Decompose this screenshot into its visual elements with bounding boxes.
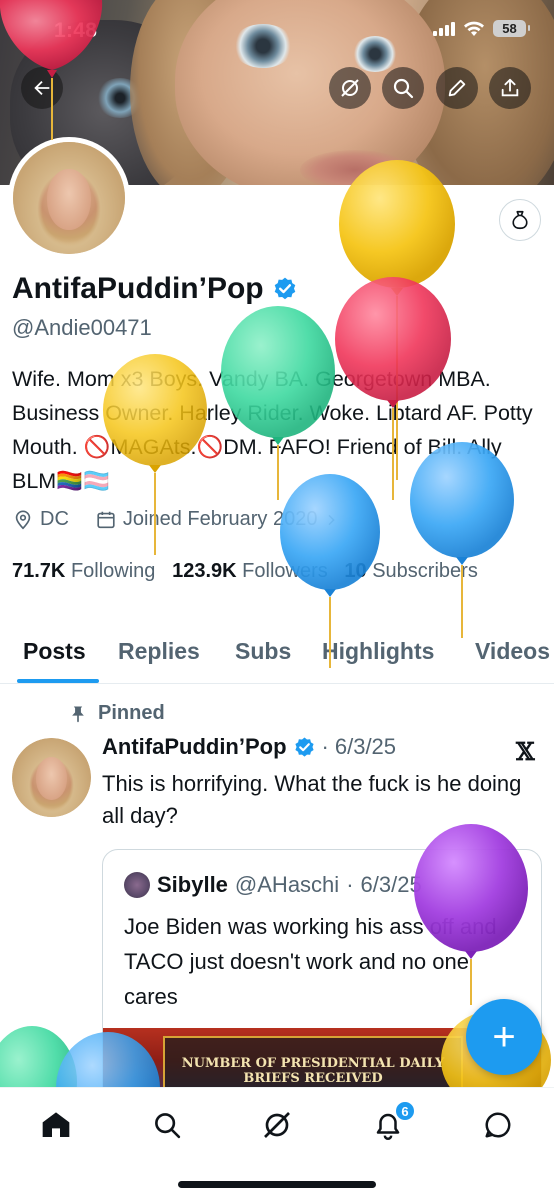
profile-joined: Joined February 2020: [122, 508, 318, 530]
tab-highlights[interactable]: Highlights: [322, 638, 434, 665]
subscribers-count: 10: [344, 560, 367, 582]
profile-stats: 71.7K Following 123.9K Followers 10 Subs…: [12, 554, 542, 588]
search-icon: [393, 78, 414, 99]
post-author-avatar[interactable]: [12, 738, 91, 817]
pencil-icon: [448, 79, 466, 97]
post-text: This is horrifying. What the fuck is he …: [102, 771, 522, 828]
quote-date: 6/3/25: [360, 872, 422, 897]
location-icon: [15, 509, 31, 529]
quoted-post[interactable]: Sibylle @AHaschi · 6/3/25 Joe Biden was …: [102, 849, 542, 1109]
shop-button[interactable]: [499, 199, 541, 241]
profile-meta: DC Joined February 2020: [12, 508, 339, 531]
quote-separator: ·: [346, 872, 354, 897]
profile-bio: Wife. Mom x3 Boys. Vandy BA. Georgetown …: [12, 367, 533, 493]
tab-posts[interactable]: Posts: [23, 638, 86, 665]
status-bar: 1:48 58: [0, 0, 554, 60]
quote-author-handle: @AHaschi: [234, 872, 340, 897]
quote-header: Sibylle @AHaschi · 6/3/25: [124, 872, 422, 898]
back-button[interactable]: [21, 67, 63, 109]
tab-videos[interactable]: Videos: [475, 638, 550, 665]
share-icon: [501, 78, 519, 97]
home-icon: [42, 1112, 70, 1137]
status-time: 1:48: [54, 19, 98, 42]
compose-post-button[interactable]: +: [466, 999, 542, 1075]
quote-author-name: Sibylle: [157, 872, 228, 897]
nav-home[interactable]: [36, 1105, 76, 1145]
avatar-image: [13, 142, 125, 254]
nav-search[interactable]: [147, 1105, 187, 1145]
verified-badge-icon: [294, 736, 314, 757]
messages-icon: [485, 1112, 511, 1138]
post-header: AntifaPuddin’Pop · 6/3/25: [102, 734, 396, 760]
profile-handle: @Andie00471: [12, 315, 152, 340]
profile-avatar[interactable]: [8, 137, 130, 259]
media-caption: NUMBER OF PRESIDENTIAL DAILY BRIEFS RECE…: [181, 1056, 445, 1086]
cellular-signal-icon: [433, 21, 455, 36]
nav-messages[interactable]: [478, 1105, 518, 1145]
quote-text: Joe Biden was working his ass off and TA…: [124, 914, 497, 1009]
x-logo-icon: 𝕏: [516, 737, 535, 766]
followers-label: Followers: [242, 560, 328, 582]
subscribers-link[interactable]: 10 Subscribers: [344, 560, 477, 582]
subscribers-label: Subscribers: [372, 560, 478, 582]
chevron-right-icon[interactable]: [323, 512, 339, 528]
grok-icon: [341, 79, 359, 97]
notifications-badge: 6: [394, 1100, 416, 1122]
nav-grok[interactable]: [257, 1105, 297, 1145]
quote-author-avatar: [124, 872, 150, 898]
grok-button[interactable]: [329, 67, 371, 109]
search-icon: [155, 1113, 181, 1139]
share-button[interactable]: [489, 67, 531, 109]
edit-button[interactable]: [436, 67, 478, 109]
battery-indicator: 58: [493, 20, 530, 37]
post-separator: ·: [321, 734, 329, 759]
home-indicator[interactable]: [178, 1181, 376, 1188]
pinned-indicator: Pinned: [68, 702, 165, 725]
display-name: AntifaPuddin’Pop: [12, 272, 298, 306]
profile-location: DC: [40, 508, 69, 530]
followers-link[interactable]: 123.9K Followers: [172, 560, 328, 582]
arrow-left-icon: [34, 80, 50, 96]
wifi-icon: [464, 21, 484, 36]
status-icons: 58: [433, 20, 530, 37]
post-date[interactable]: 6/3/25: [335, 734, 396, 760]
following-label: Following: [70, 560, 156, 582]
avatar-image: [12, 738, 91, 817]
pin-icon: [72, 706, 84, 722]
followers-count: 123.9K: [172, 560, 237, 582]
tab-subs[interactable]: Subs: [235, 638, 291, 665]
profile-tabs: Posts Replies Subs Highlights Videos: [0, 632, 554, 684]
tab-replies[interactable]: Replies: [118, 638, 200, 665]
verified-badge-icon[interactable]: [272, 276, 298, 302]
following-count: 71.7K: [12, 560, 66, 582]
calendar-icon: [97, 511, 115, 528]
pinned-label: Pinned: [98, 702, 165, 724]
money-bag-icon: [512, 210, 528, 230]
grok-icon: [264, 1112, 290, 1138]
banner-lips: [300, 150, 410, 185]
following-link[interactable]: 71.7K Following: [12, 560, 155, 582]
display-name-text: AntifaPuddin’Pop: [12, 272, 264, 305]
active-tab-indicator: [17, 679, 99, 683]
search-button[interactable]: [382, 67, 424, 109]
post-author-name[interactable]: AntifaPuddin’Pop: [102, 734, 287, 760]
